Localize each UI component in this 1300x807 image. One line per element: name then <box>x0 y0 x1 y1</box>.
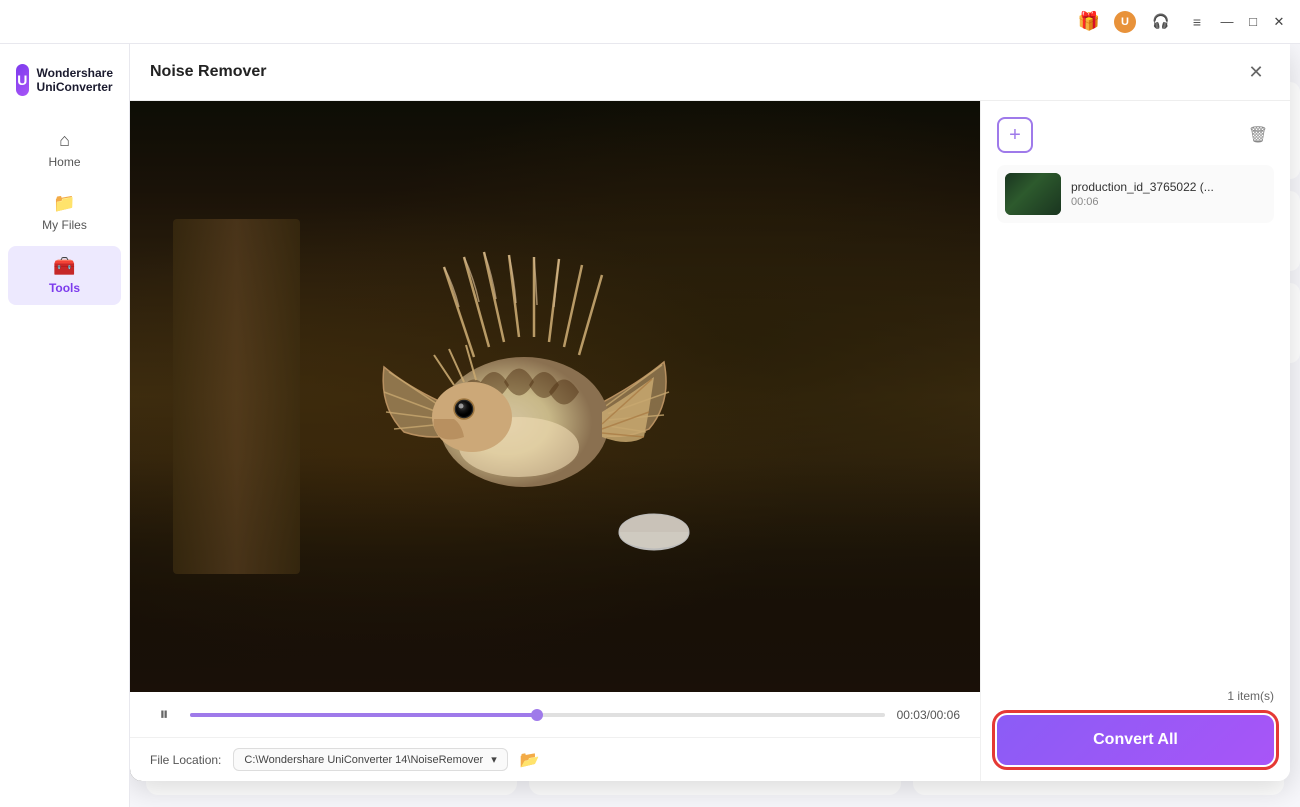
logo-text: Wondershare UniConverter <box>37 66 113 95</box>
minimize-button[interactable]: — <box>1218 13 1236 31</box>
file-info: production_id_3765022 (... 00:06 <box>1071 180 1266 208</box>
play-pause-button[interactable]: ⏸ <box>150 704 178 725</box>
home-icon: ⌂ <box>59 130 70 151</box>
progress-fill <box>190 713 537 717</box>
item-count: 1 item(s) <box>1227 689 1274 703</box>
file-list: production_id_3765022 (... 00:06 <box>997 165 1274 231</box>
video-controls: ⏸ 00:03/00:06 <box>130 692 980 737</box>
main-content: ur files to tection ly detecttions and s… <box>130 44 1300 807</box>
file-location-select[interactable]: C:\Wondershare UniConverter 14\NoiseRemo… <box>233 748 507 771</box>
dropdown-arrow-icon: ▾ <box>491 753 497 766</box>
progress-handle[interactable] <box>531 709 543 721</box>
panel-title: Noise Remover <box>150 63 267 81</box>
tools-icon: 🧰 <box>53 256 75 277</box>
app-logo: U Wondershare UniConverter <box>0 64 129 116</box>
file-name: production_id_3765022 (... <box>1071 180 1266 194</box>
panel-close-button[interactable]: ✕ <box>1242 58 1270 86</box>
sidebar-item-myfiles[interactable]: 📁 My Files <box>8 183 121 242</box>
nr-right-panel: + 🗑 production_id_376 <box>980 101 1290 781</box>
sidebar-item-home[interactable]: ⌂ Home <box>8 120 121 179</box>
add-file-button[interactable]: + <box>997 117 1033 153</box>
file-location-path: C:\Wondershare UniConverter 14\NoiseRemo… <box>244 754 483 766</box>
lionfish-svg <box>324 237 744 557</box>
file-location-row: File Location: C:\Wondershare UniConvert… <box>130 737 980 781</box>
logo-icon: U <box>16 64 29 96</box>
video-frame <box>130 101 980 692</box>
file-thumbnail <box>1005 173 1061 215</box>
titlebar-icon-group: 🎁 U 🎧 ≡ <box>1078 11 1208 33</box>
user-avatar[interactable]: U <box>1114 11 1136 33</box>
file-item[interactable]: production_id_3765022 (... 00:06 <box>997 165 1274 223</box>
sidebar: U Wondershare UniConverter ⌂ Home 📁 My F… <box>0 44 130 807</box>
video-display[interactable] <box>130 101 980 692</box>
time-display: 00:03/00:06 <box>897 708 960 722</box>
tank-wall <box>173 219 301 574</box>
open-folder-button[interactable]: 📂 <box>520 750 540 770</box>
panel-body: ⏸ 00:03/00:06 File Location: C:\Wondersh… <box>130 101 1290 781</box>
trash-icon: 🗑 <box>1248 125 1268 145</box>
panel-header: Noise Remover ✕ <box>130 44 1290 101</box>
convert-all-button[interactable]: Convert All <box>997 715 1274 765</box>
app-container: U Wondershare UniConverter ⌂ Home 📁 My F… <box>0 44 1300 807</box>
progress-bar[interactable] <box>190 713 885 717</box>
titlebar: 🎁 U 🎧 ≡ — □ ✕ <box>0 0 1300 44</box>
file-duration: 00:06 <box>1071 196 1266 208</box>
menu-icon[interactable]: ≡ <box>1186 11 1208 33</box>
sidebar-item-tools[interactable]: 🧰 Tools <box>8 246 121 305</box>
thumbnail-image <box>1005 173 1061 215</box>
file-location-label: File Location: <box>150 753 221 767</box>
noise-remover-panel: Noise Remover ✕ <box>130 44 1290 781</box>
video-area: ⏸ 00:03/00:06 File Location: C:\Wondersh… <box>130 101 980 781</box>
nr-toolbar: + 🗑 <box>997 117 1274 153</box>
headset-icon[interactable]: 🎧 <box>1150 11 1172 33</box>
maximize-button[interactable]: □ <box>1244 13 1262 31</box>
gift-icon[interactable]: 🎁 <box>1078 11 1100 33</box>
nr-bottom: 1 item(s) Convert All <box>997 689 1274 765</box>
delete-button[interactable]: 🗑 <box>1242 119 1274 151</box>
files-icon: 📁 <box>53 193 75 214</box>
close-button[interactable]: ✕ <box>1270 13 1288 31</box>
window-controls: — □ ✕ <box>1218 13 1288 31</box>
